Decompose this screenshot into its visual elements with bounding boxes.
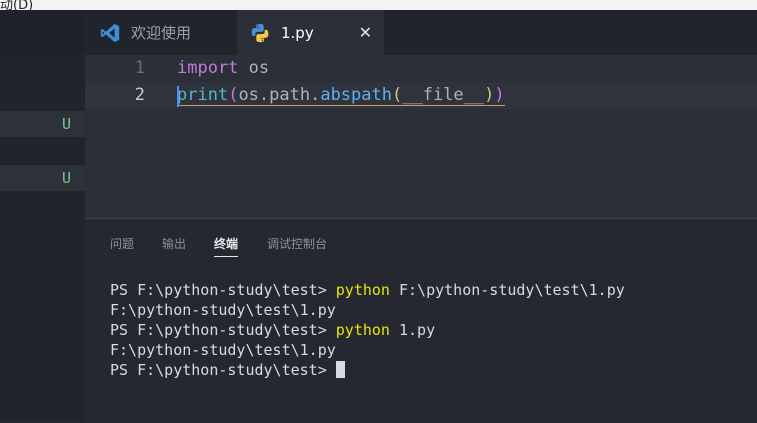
file-row[interactable]: U: [0, 165, 85, 191]
line-code: import os: [177, 58, 269, 78]
terminal-args: 1.py: [389, 321, 436, 339]
terminal-line: PS F:\python-study\test>: [110, 361, 625, 381]
python-icon: [251, 23, 269, 42]
window-title-fragment: 动(D): [0, 0, 34, 10]
panel-tab-output[interactable]: 输出: [162, 235, 186, 252]
line-number: 1: [134, 58, 145, 78]
terminal-command: python: [335, 321, 390, 339]
tab-welcome-label: 欢迎使用: [131, 24, 192, 42]
function-token: abspath: [320, 85, 392, 105]
line-code: print(os.path.abspath(__file__)): [177, 85, 505, 106]
untracked-badge: U: [61, 169, 71, 187]
file-row[interactable]: U: [0, 111, 85, 137]
paren-token: ): [484, 85, 495, 105]
explorer-sidebar: U U: [0, 55, 85, 422]
terminal-prompt: PS F:\python-study\test>: [110, 321, 336, 339]
bottom-panel: 问题 输出 终端 调试控制台 PS F:\python-study\test> …: [85, 218, 757, 423]
terminal-prompt: PS F:\python-study\test>: [110, 281, 336, 299]
code-line-current: 2 print(os.path.abspath(__file__)): [85, 82, 757, 109]
terminal-line: F:\python-study\test\1.py: [110, 301, 625, 321]
paren-token: (: [391, 85, 403, 105]
editor-tab-bar: 欢迎使用 1.py ✕: [0, 10, 757, 55]
terminal-args: F:\python-study\test\1.py: [389, 281, 625, 299]
terminal-line: F:\python-study\test\1.py: [110, 341, 625, 361]
terminal-prompt: PS F:\python-study\test>: [110, 361, 336, 379]
code-line: 1 import os: [85, 55, 757, 82]
terminal-output-text: F:\python-study\test\1.py: [110, 301, 336, 319]
untracked-badge: U: [61, 115, 71, 133]
print-call: print(os.path.abspath(__file__)): [177, 85, 505, 106]
terminal-output-text: F:\python-study\test\1.py: [110, 341, 336, 359]
identifier-token: __file__: [402, 85, 485, 105]
close-icon[interactable]: ✕: [359, 23, 372, 42]
vscode-icon: [100, 23, 120, 42]
terminal-line: PS F:\python-study\test> python 1.py: [110, 321, 625, 341]
code-editor[interactable]: 1 import os 2 print(os.path.abspath(__fi…: [85, 55, 757, 218]
identifier-token: os.path.: [238, 85, 321, 105]
tab-1-py[interactable]: 1.py ✕: [237, 10, 384, 55]
paren-token: ): [494, 85, 505, 105]
line-number: 2: [134, 85, 145, 105]
tab-1-py-label: 1.py: [281, 23, 314, 42]
terminal-line: PS F:\python-study\test> python F:\pytho…: [110, 281, 625, 301]
tab-bar-left-fill: [0, 10, 85, 55]
identifier-token: os: [238, 58, 270, 78]
terminal-output[interactable]: PS F:\python-study\test> python F:\pytho…: [110, 281, 625, 381]
tab-welcome[interactable]: 欢迎使用: [85, 10, 237, 55]
text-caret: [177, 86, 179, 107]
window-title-strip: 动(D): [0, 0, 757, 10]
panel-tab-problems[interactable]: 问题: [110, 235, 134, 252]
panel-tab-terminal[interactable]: 终端: [214, 235, 239, 257]
terminal-command: python: [335, 281, 390, 299]
keyword-token: import: [177, 58, 239, 78]
panel-tab-debug-console[interactable]: 调试控制台: [267, 235, 327, 252]
paren-token: (: [228, 85, 239, 105]
builtin-token: print: [177, 85, 229, 105]
terminal-cursor: [335, 361, 345, 378]
